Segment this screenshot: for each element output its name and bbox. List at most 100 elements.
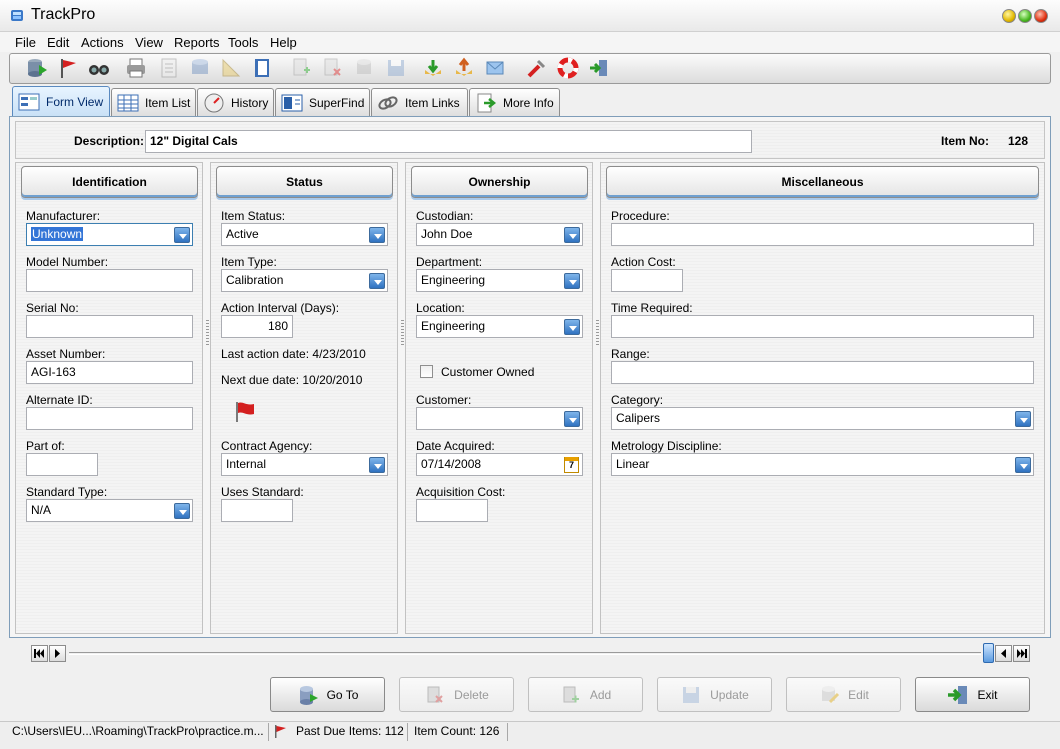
item-type-value: Calibration: [226, 273, 284, 287]
export-icon[interactable]: [452, 56, 476, 80]
go-to-button[interactable]: Go To: [270, 677, 385, 712]
location-select[interactable]: Engineering: [416, 315, 583, 338]
ruler-icon[interactable]: [219, 56, 243, 80]
action-cost-input[interactable]: [611, 269, 683, 292]
asset-number-input[interactable]: AGI-163: [26, 361, 193, 384]
time-required-input[interactable]: [611, 315, 1034, 338]
splitter-handle[interactable]: [206, 320, 209, 346]
tab-label: Item Links: [405, 95, 460, 110]
acquisition-cost-input[interactable]: [416, 499, 488, 522]
printer-icon[interactable]: [124, 56, 148, 80]
add-button[interactable]: Add: [528, 677, 643, 712]
dropdown-arrow-icon[interactable]: [1015, 411, 1031, 427]
serial-no-input[interactable]: [26, 315, 193, 338]
item-type-select[interactable]: Calibration: [221, 269, 388, 292]
previous-record-button[interactable]: [995, 645, 1012, 662]
department-select[interactable]: Engineering: [416, 269, 583, 292]
first-record-button[interactable]: [31, 645, 48, 662]
menu-actions[interactable]: Actions: [81, 34, 124, 51]
department-label: Department:: [416, 255, 483, 269]
database-icon[interactable]: [352, 56, 376, 80]
standard-type-select[interactable]: N/A: [26, 499, 193, 522]
menu-edit[interactable]: Edit: [47, 34, 69, 51]
dropdown-arrow-icon[interactable]: [564, 411, 580, 427]
custodian-value: John Doe: [421, 227, 473, 241]
exit-button[interactable]: Exit: [915, 677, 1030, 712]
splitter-handle[interactable]: [401, 320, 404, 346]
menu-file[interactable]: File: [15, 34, 36, 51]
dropdown-arrow-icon[interactable]: [1015, 457, 1031, 473]
calendar-icon[interactable]: 7: [564, 457, 579, 473]
delete-button[interactable]: Delete: [399, 677, 514, 712]
save-icon[interactable]: [384, 56, 408, 80]
splitter-handle[interactable]: [596, 320, 599, 346]
exit-icon[interactable]: [587, 56, 611, 80]
update-button[interactable]: Update: [657, 677, 772, 712]
binoculars-icon[interactable]: [87, 56, 111, 80]
description-input[interactable]: 12" Digital Cals: [145, 130, 752, 153]
maximize-button[interactable]: [1018, 9, 1032, 23]
menu-tools[interactable]: Tools: [228, 34, 258, 51]
metrology-discipline-select[interactable]: Linear: [611, 453, 1034, 476]
tab-history[interactable]: History: [197, 88, 274, 116]
status-separator: [407, 723, 408, 741]
form-icon: [18, 93, 40, 111]
procedure-input[interactable]: [611, 223, 1034, 246]
dropdown-arrow-icon[interactable]: [369, 457, 385, 473]
menu-view[interactable]: View: [135, 34, 163, 51]
acquisition-cost-label: Acquisition Cost:: [416, 485, 506, 499]
mail-icon[interactable]: [483, 56, 507, 80]
customer-select[interactable]: [416, 407, 583, 430]
dropdown-arrow-icon[interactable]: [564, 273, 580, 289]
dropdown-arrow-icon[interactable]: [564, 227, 580, 243]
edit-label: Edit: [848, 687, 869, 702]
add-record-icon[interactable]: [289, 56, 313, 80]
tab-item-links[interactable]: Item Links: [371, 88, 468, 116]
model-number-input[interactable]: [26, 269, 193, 292]
custodian-select[interactable]: John Doe: [416, 223, 583, 246]
location-value: Engineering: [421, 319, 486, 333]
tab-label: More Info: [503, 95, 554, 110]
location-label: Location:: [416, 301, 465, 315]
record-slider-thumb[interactable]: [983, 643, 994, 663]
report-icon[interactable]: [157, 56, 181, 80]
tab-superfind[interactable]: SuperFind: [275, 88, 370, 116]
database-next-icon[interactable]: [25, 56, 49, 80]
minimize-button[interactable]: [1002, 9, 1016, 23]
download-icon[interactable]: [421, 56, 445, 80]
tab-form-view[interactable]: Form View: [12, 86, 110, 117]
customer-owned-checkbox[interactable]: [420, 365, 433, 378]
cylinder-icon[interactable]: [188, 56, 212, 80]
edit-button[interactable]: Edit: [786, 677, 901, 712]
category-select[interactable]: Calipers: [611, 407, 1034, 430]
close-button[interactable]: [1034, 9, 1048, 23]
contract-agency-select[interactable]: Internal: [221, 453, 388, 476]
next-record-button[interactable]: [49, 645, 66, 662]
go-to-label: Go To: [326, 687, 359, 702]
delete-record-icon[interactable]: [320, 56, 344, 80]
uses-standard-input[interactable]: [221, 499, 293, 522]
tools-icon[interactable]: [525, 56, 549, 80]
last-record-button[interactable]: [1013, 645, 1030, 662]
flag-icon[interactable]: [56, 56, 80, 80]
manufacturer-select[interactable]: Unknown: [26, 223, 193, 246]
action-interval-input[interactable]: 180: [221, 315, 293, 338]
dropdown-arrow-icon[interactable]: [369, 227, 385, 243]
dropdown-arrow-icon[interactable]: [564, 319, 580, 335]
tab-more-info[interactable]: More Info: [469, 88, 560, 116]
menu-reports[interactable]: Reports: [174, 34, 220, 51]
tab-item-list[interactable]: Item List: [111, 88, 196, 116]
date-acquired-input[interactable]: 07/14/2008 7: [416, 453, 583, 476]
range-input[interactable]: [611, 361, 1034, 384]
part-of-input[interactable]: [26, 453, 98, 476]
dropdown-arrow-icon[interactable]: [174, 503, 190, 519]
back-icon: [1001, 649, 1006, 658]
item-status-select[interactable]: Active: [221, 223, 388, 246]
lifebuoy-icon[interactable]: [556, 56, 580, 80]
alternate-id-input[interactable]: [26, 407, 193, 430]
dropdown-arrow-icon[interactable]: [174, 227, 190, 243]
record-slider-track[interactable]: [69, 652, 981, 655]
notebook-icon[interactable]: [250, 56, 274, 80]
dropdown-arrow-icon[interactable]: [369, 273, 385, 289]
menu-help[interactable]: Help: [270, 34, 297, 51]
